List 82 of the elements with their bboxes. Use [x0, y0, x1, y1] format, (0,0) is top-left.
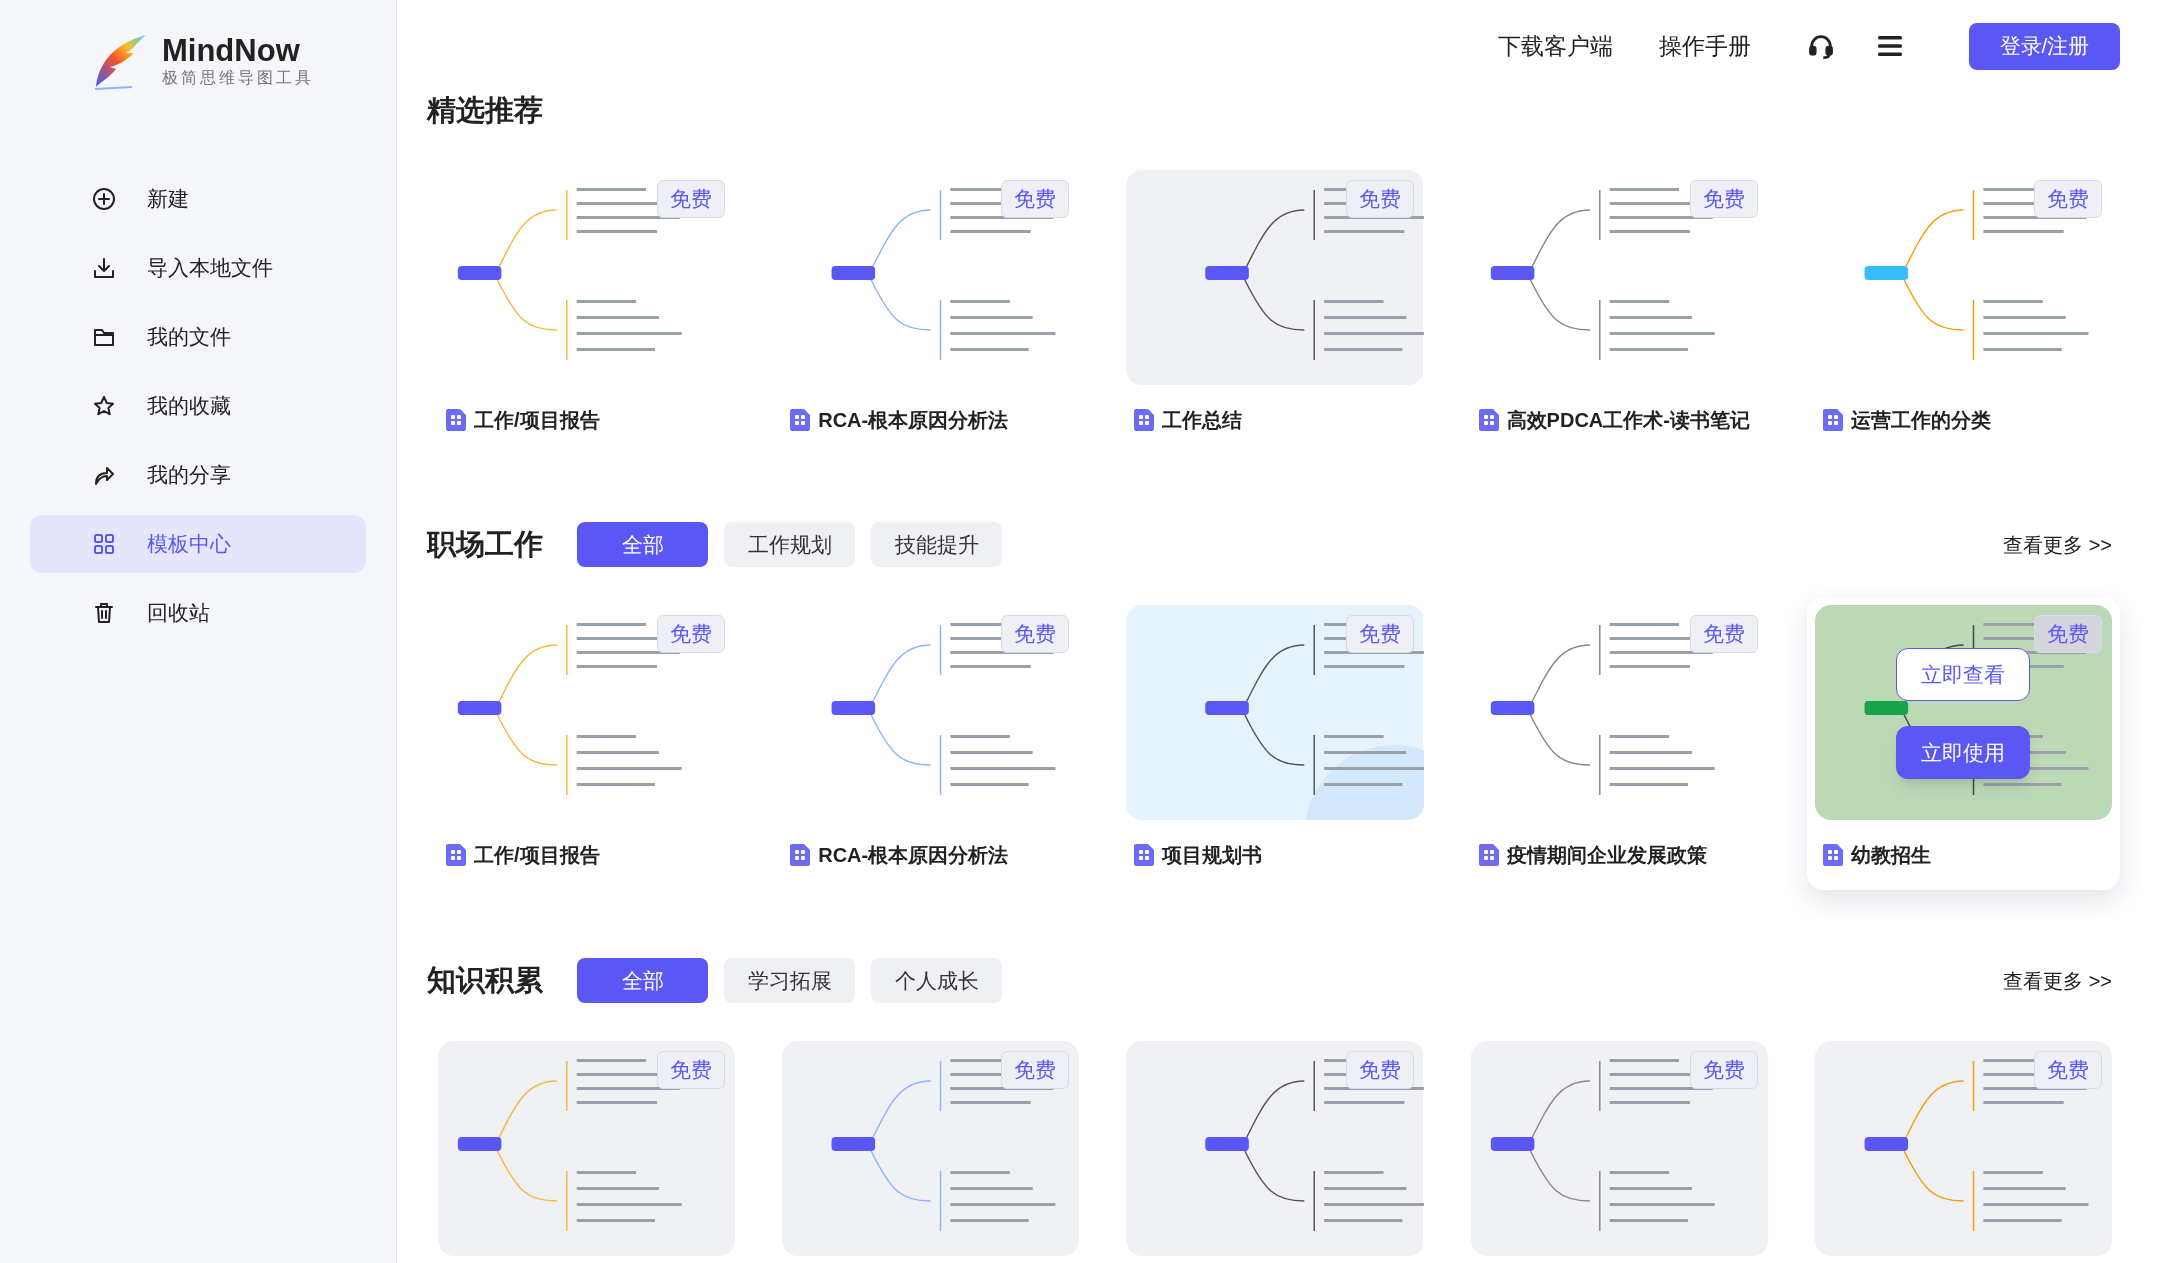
template-title: 工作/项目报告: [474, 408, 600, 433]
sidebar-item[interactable]: 回收站: [30, 584, 366, 642]
template-title: 高效PDCA工作术-读书笔记: [1506, 408, 1750, 433]
template-title: 工作总结: [1162, 408, 1243, 433]
template-card[interactable]: 免费 立即查看 立即使用 幼教招生: [1806, 597, 2120, 890]
template-file-icon: [790, 844, 811, 866]
filter-tab[interactable]: 全部: [577, 522, 708, 567]
free-badge: 免费: [2034, 615, 2102, 653]
section-title: 职场工作: [427, 526, 543, 562]
template-title: 项目规划书: [1162, 843, 1263, 868]
free-badge: 免费: [1345, 180, 1414, 218]
free-badge: 免费: [1001, 180, 1070, 218]
template-card[interactable]: 免费 项目规划书: [1118, 597, 1432, 890]
free-badge: 免费: [657, 615, 726, 653]
filter-tab[interactable]: 学习拓展: [724, 958, 855, 1003]
template-card[interactable]: 免费 高效PDCA工作术-读书笔记: [1462, 162, 1776, 455]
template-title: RCA-根本原因分析法: [818, 408, 1009, 433]
template-title: RCA-根本原因分析法: [818, 843, 1009, 868]
sidebar-item[interactable]: 我的收藏: [30, 377, 366, 435]
see-more-link[interactable]: 查看更多 >>: [2003, 965, 2112, 996]
free-badge: 免费: [657, 180, 726, 218]
free-badge: 免费: [1345, 1051, 1414, 1089]
template-card[interactable]: 免费: [774, 1033, 1088, 1263]
free-badge: 免费: [1689, 1051, 1758, 1089]
template-card[interactable]: 免费 RCA-根本原因分析法: [774, 597, 1088, 890]
template-card[interactable]: 免费 RCA-根本原因分析法: [774, 162, 1088, 455]
free-badge: 免费: [1001, 1051, 1070, 1089]
filter-tab[interactable]: 个人成长: [871, 958, 1002, 1003]
template-card[interactable]: 免费: [1806, 1033, 2120, 1263]
template-card[interactable]: 免费: [430, 1033, 744, 1263]
grid-icon: [92, 532, 116, 556]
template-card[interactable]: 免费 疫情期间企业发展政策: [1462, 597, 1776, 890]
free-badge: 免费: [2034, 180, 2102, 218]
template-file-icon: [446, 409, 466, 431]
template-card[interactable]: 免费 工作/项目报告: [430, 162, 744, 455]
template-file-icon: [1822, 844, 1843, 866]
header-link[interactable]: 下载客户端: [1498, 28, 1613, 64]
section-title: 精选推荐: [427, 93, 544, 128]
filter-tab[interactable]: 技能提升: [871, 522, 1002, 567]
template-card[interactable]: 免费 工作总结: [1118, 162, 1432, 455]
template-card[interactable]: 免费: [1462, 1033, 1776, 1263]
template-file-icon: [790, 409, 811, 431]
sidebar-item[interactable]: 我的分享: [30, 446, 366, 504]
filter-tab[interactable]: 全部: [577, 958, 708, 1003]
sidebar-item[interactable]: 模板中心: [30, 515, 366, 573]
filter-tab[interactable]: 工作规划: [724, 522, 855, 567]
template-title: 幼教招生: [1850, 843, 1931, 868]
sidebar-item[interactable]: 新建: [30, 170, 366, 228]
template-file-icon: [1134, 844, 1155, 866]
free-badge: 免费: [1001, 615, 1070, 653]
view-button[interactable]: 立即查看: [1896, 648, 2031, 701]
template-file-icon: [1822, 409, 1843, 431]
header-link[interactable]: 操作手册: [1659, 28, 1751, 64]
template-card[interactable]: 免费 工作/项目报告: [430, 597, 744, 890]
template-card[interactable]: 免费: [1118, 1033, 1432, 1263]
brand-tagline: 极简思维导图工具: [162, 68, 314, 88]
template-card[interactable]: 免费 运营工作的分类: [1806, 162, 2120, 455]
see-more-link[interactable]: 查看更多 >>: [2003, 529, 2112, 560]
plus-circle-icon: [92, 187, 116, 211]
brand-name: MindNow: [162, 34, 301, 68]
trash-icon: [92, 601, 116, 625]
template-file-icon: [1134, 409, 1155, 431]
template-title: 运营工作的分类: [1850, 408, 1991, 433]
free-badge: 免费: [1345, 615, 1414, 653]
menu-icon[interactable]: [1877, 35, 1903, 57]
template-file-icon: [446, 844, 466, 866]
free-badge: 免费: [2034, 1051, 2102, 1089]
section-title: 知识积累: [427, 962, 543, 998]
headset-icon[interactable]: [1807, 32, 1835, 60]
free-badge: 免费: [1689, 180, 1758, 218]
login-button[interactable]: 登录/注册: [1969, 22, 2120, 70]
use-button[interactable]: 立即使用: [1896, 726, 2031, 779]
template-file-icon: [1478, 409, 1499, 431]
template-title: 疫情期间企业发展政策: [1506, 843, 1707, 868]
download-tray-icon: [92, 256, 116, 280]
free-badge: 免费: [1689, 615, 1758, 653]
star-icon: [92, 394, 116, 418]
sidebar-item[interactable]: 我的文件: [30, 308, 366, 366]
template-file-icon: [1478, 844, 1499, 866]
template-title: 工作/项目报告: [474, 843, 600, 868]
sidebar-item[interactable]: 导入本地文件: [30, 239, 366, 297]
free-badge: 免费: [657, 1051, 726, 1089]
